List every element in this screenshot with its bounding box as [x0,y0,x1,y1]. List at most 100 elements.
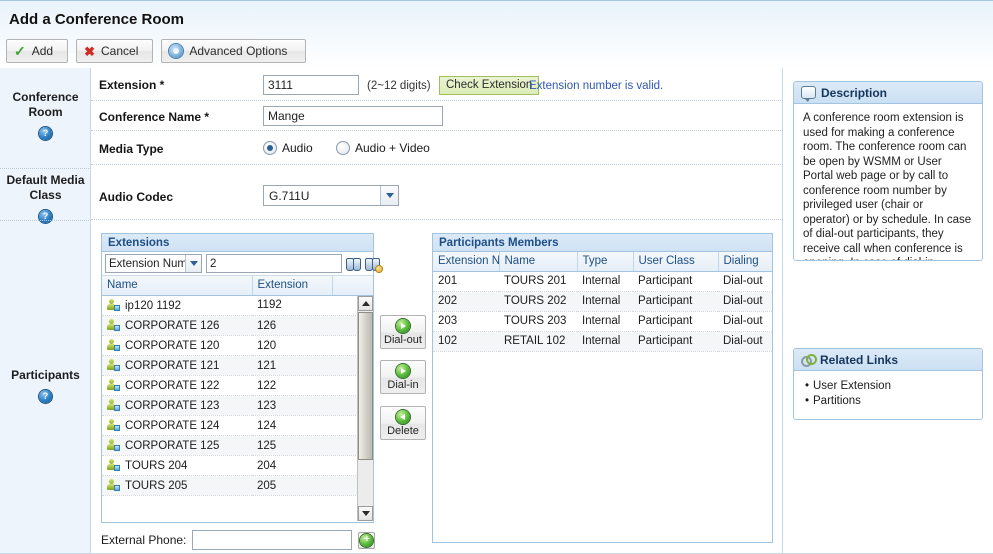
extension-input[interactable] [263,75,359,95]
extensions-row[interactable]: CORPORATE 122 122 [102,375,358,396]
extensions-row[interactable]: ip120 1192 1192 [102,295,358,316]
user-icon [107,339,120,351]
divider-2 [0,220,91,221]
related-links-list: User ExtensionPartitions [803,377,973,409]
extensions-row[interactable]: CORPORATE 126 126 [102,315,358,336]
dial-out-button[interactable]: Dial-out [380,315,426,349]
cancel-button[interactable]: ✖ Cancel [76,39,154,63]
members-col-extension[interactable]: Extension N [433,252,500,272]
members-cell-dialing: Dial-out [718,311,772,332]
members-cell-user-class: Participant [633,291,718,312]
scrollbar-thumb[interactable] [358,311,373,460]
extensions-row[interactable]: CORPORATE 123 123 [102,395,358,416]
extensions-row[interactable]: CORPORATE 124 124 [102,415,358,436]
extensions-col-spacer [332,276,373,296]
extensions-cell-extension: 122 [252,375,358,396]
members-cell-extension: 203 [433,311,499,332]
extensions-cell-name: CORPORATE 126 [102,315,252,336]
scroll-up-button[interactable] [358,295,373,311]
external-phone-input[interactable] [192,530,353,550]
extensions-cell-name: CORPORATE 121 [102,355,252,376]
media-type-option-audio-video[interactable]: Audio + Video [336,141,430,155]
extensions-col-extension[interactable]: Extension [252,276,333,296]
extensions-cell-name: CORPORATE 123 [102,395,252,416]
help-icon-conference-room[interactable]: ? [39,127,52,140]
info-sidebar: Description A conference room extension … [793,68,993,554]
related-links-body: User ExtensionPartitions [794,371,982,417]
extensions-row[interactable]: CORPORATE 120 120 [102,335,358,356]
extensions-cell-name: CORPORATE 122 [102,375,252,396]
members-table: Extension N Name Type User Class Dialing… [433,252,772,352]
extensions-cell-extension: 123 [252,395,358,416]
media-type-option-audio[interactable]: Audio [263,141,313,155]
extensions-cell-name: TOURS 205 [102,475,252,496]
section-participants-label: Participants [11,368,80,382]
advanced-options-button[interactable]: Advanced Options [161,39,307,63]
advanced-options-label: Advanced Options [189,44,288,58]
scroll-down-button[interactable] [358,505,373,521]
comment-icon [801,86,816,102]
section-default-media-class-label: Default Media Class [6,173,85,202]
members-row[interactable]: 203 TOURS 203 Internal Participant Dial-out [433,311,772,332]
add-external-phone-button[interactable]: + [358,531,376,549]
audio-codec-label: Audio Codec [99,190,173,204]
members-cell-name: RETAIL 102 [499,331,577,352]
extensions-scrollbar[interactable] [357,295,373,521]
user-icon [107,298,120,311]
advanced-search-icon[interactable] [365,256,382,272]
page-header: Add a Conference Room ✓ Add ✖ Cancel Adv… [0,0,993,68]
members-header-row: Extension N Name Type User Class Dialing [433,252,772,272]
row-audio-codec: Audio Codec G.711U [91,165,783,219]
extensions-list[interactable]: ip120 1192 1192 CORPORATE 126 126 CORPORATE … [102,295,373,521]
extension-label: Extension * [99,78,165,92]
page-title: Add a Conference Room [9,11,185,28]
row-conference-name: Conference Name * [91,101,783,131]
radio-audio-label: Audio [282,141,313,155]
extension-hint: (2~12 digits) [367,80,431,92]
extensions-row[interactable]: CORPORATE 121 121 [102,355,358,376]
extensions-search-input[interactable] [206,254,342,273]
delete-label: Delete [387,424,419,437]
related-link-item[interactable]: User Extension [805,379,973,394]
extensions-col-name[interactable]: Name [102,276,253,296]
extensions-search-field-select[interactable]: Extension Numb [105,254,202,273]
related-link-item[interactable]: Partitions [805,394,973,409]
dial-out-label: Dial-out [384,333,422,346]
conference-name-input[interactable] [263,106,443,126]
extensions-cell-name: ip120 1192 [102,295,252,316]
extensions-row[interactable]: TOURS 204 204 [102,455,358,476]
help-icon-participants[interactable]: ? [39,390,52,403]
members-cell-type: Internal [577,271,633,292]
extensions-row[interactable]: CORPORATE 125 125 [102,435,358,456]
members-cell-type: Internal [577,311,633,332]
chevron-down-icon[interactable] [380,186,398,205]
search-icon[interactable] [346,256,361,272]
dial-in-button[interactable]: Dial-in [380,360,426,394]
check-extension-button[interactable]: Check Extension [439,76,540,95]
chevron-down-icon[interactable] [185,255,201,272]
dial-in-label: Dial-in [387,378,419,391]
help-icon-default-media-class[interactable]: ? [39,210,52,223]
section-participants: Participants ? [0,368,91,403]
members-row[interactable]: 201 TOURS 201 Internal Participant Dial-out [433,271,772,292]
members-col-type[interactable]: Type [577,252,634,272]
members-row[interactable]: 102 RETAIL 102 Internal Participant Dial-out [433,331,772,352]
delete-button[interactable]: Delete [380,406,426,440]
members-col-user-class[interactable]: User Class [633,252,719,272]
extensions-cell-extension: 125 [252,435,358,456]
description-card-title: Description [821,85,888,100]
members-cell-dialing: Dial-out [718,331,772,352]
audio-codec-select[interactable]: G.711U [263,185,399,206]
user-icon [107,459,120,471]
members-col-name[interactable]: Name [499,252,578,272]
members-row[interactable]: 202 TOURS 202 Internal Participant Dial-out [433,291,772,312]
members-cell-user-class: Participant [633,311,718,332]
radio-audio[interactable] [263,141,277,155]
radio-audio-video[interactable] [336,141,350,155]
extensions-table-header: Name Extension [102,276,373,296]
extensions-search-bar: Extension Numb [102,252,382,276]
members-col-dialing[interactable]: Dialing [718,252,772,272]
members-cell-name: TOURS 202 [499,291,577,312]
extensions-row[interactable]: TOURS 205 205 [102,475,358,496]
add-button[interactable]: ✓ Add [6,39,69,63]
